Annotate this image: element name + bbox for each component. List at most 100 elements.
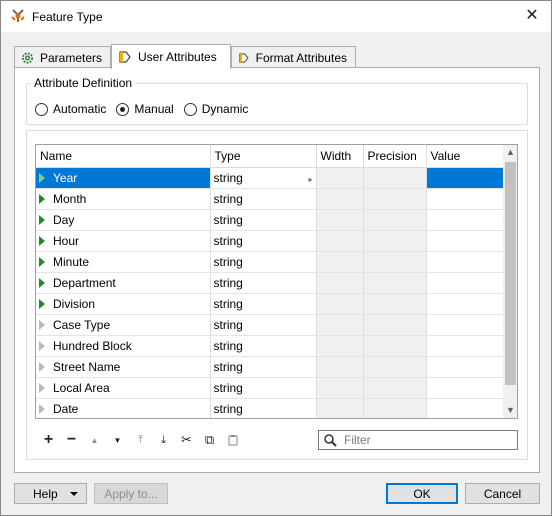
unexposed-arrow-icon[interactable] [39, 404, 45, 415]
ok-button[interactable]: OK [386, 483, 458, 504]
attribute-value-cell[interactable] [426, 377, 504, 399]
apply-to-button[interactable]: Apply to... [94, 483, 168, 504]
exposed-arrow-icon[interactable] [39, 236, 45, 247]
move-to-bottom-button[interactable]: ⤓ [152, 430, 175, 450]
table-row[interactable]: Hour string [36, 230, 504, 252]
attribute-type-cell[interactable]: string [210, 314, 317, 336]
attribute-type-cell[interactable]: string [210, 230, 317, 252]
attribute-value-cell[interactable] [426, 335, 504, 357]
attribute-name-cell[interactable]: Month [36, 188, 211, 210]
table-row[interactable]: Minute string [36, 251, 504, 273]
attribute-name-cell[interactable]: Street Name [36, 356, 211, 378]
radio-circle[interactable] [116, 102, 130, 116]
table-row[interactable]: Day string [36, 209, 504, 231]
radio-automatic[interactable]: Automatic [35, 102, 106, 116]
attribute-value-cell[interactable] [426, 188, 504, 210]
attribute-type: string [213, 338, 243, 353]
exposed-arrow-icon[interactable] [39, 278, 45, 289]
attribute-value-cell[interactable] [426, 251, 504, 273]
attribute-name-cell[interactable]: Date [36, 398, 211, 418]
attribute-type-cell[interactable]: string [210, 293, 317, 315]
copy-button[interactable]: ⧉ [198, 430, 221, 450]
attribute-type-cell[interactable]: string [210, 272, 317, 294]
add-attribute-button[interactable]: + [37, 430, 60, 450]
table-row[interactable]: Year string ▸ [36, 167, 504, 189]
attribute-type-cell[interactable]: string [210, 209, 317, 231]
attribute-value-cell[interactable] [426, 314, 504, 336]
paste-button[interactable] [221, 430, 244, 450]
attribute-name-cell[interactable]: Division [36, 293, 211, 315]
attribute-precision-cell [363, 293, 427, 315]
scroll-down-icon[interactable]: ▼ [503, 403, 517, 418]
column-header-width[interactable]: Width [316, 145, 364, 168]
attribute-value-cell[interactable] [426, 398, 504, 418]
attribute-type-cell[interactable]: string [210, 377, 317, 399]
exposed-arrow-icon[interactable] [39, 194, 45, 205]
help-button[interactable]: Help [14, 483, 87, 504]
attribute-name-cell[interactable]: Local Area [36, 377, 211, 399]
type-dropdown-icon[interactable]: ▸ [308, 175, 312, 184]
filter-field[interactable] [318, 430, 518, 450]
table-row[interactable]: Month string [36, 188, 504, 210]
attribute-name-cell[interactable]: Hour [36, 230, 211, 252]
radio-dynamic[interactable]: Dynamic [183, 102, 248, 116]
column-header-name[interactable]: Name [36, 145, 211, 168]
column-header-precision[interactable]: Precision [363, 145, 427, 168]
attribute-name: Hundred Block [53, 338, 132, 353]
attribute-name-cell[interactable]: Department [36, 272, 211, 294]
attribute-value-cell[interactable] [426, 293, 504, 315]
attribute-value-cell[interactable] [426, 356, 504, 378]
unexposed-arrow-icon[interactable] [39, 383, 45, 394]
table-row[interactable]: Local Area string [36, 377, 504, 399]
exposed-arrow-icon[interactable] [39, 215, 45, 226]
attribute-name-cell[interactable]: Year [36, 167, 211, 189]
move-up-button[interactable]: ▲ [83, 430, 106, 450]
table-row[interactable]: Department string [36, 272, 504, 294]
attribute-value-cell[interactable] [426, 272, 504, 294]
attribute-type-cell[interactable]: string ▸ [210, 167, 317, 189]
attribute-type-cell[interactable]: string [210, 335, 317, 357]
unexposed-arrow-icon[interactable] [39, 320, 45, 331]
column-header-value[interactable]: Value [426, 145, 504, 168]
attribute-name: Local Area [53, 380, 110, 395]
attribute-name-cell[interactable]: Day [36, 209, 211, 231]
table-vertical-scrollbar[interactable]: ▲ ▼ [503, 145, 517, 418]
remove-attribute-button[interactable]: − [60, 430, 83, 450]
radio-circle[interactable] [183, 102, 197, 116]
table-row[interactable]: Case Type string [36, 314, 504, 336]
column-header-type[interactable]: Type [210, 145, 317, 168]
table-row[interactable]: Street Name string [36, 356, 504, 378]
exposed-arrow-icon[interactable] [39, 299, 45, 310]
attribute-value-cell[interactable] [426, 230, 504, 252]
exposed-arrow-icon[interactable] [39, 173, 45, 184]
cancel-button[interactable]: Cancel [465, 483, 540, 504]
attribute-value-cell[interactable] [426, 209, 504, 231]
close-icon[interactable]: ✕ [521, 6, 543, 26]
attribute-type-cell[interactable]: string [210, 356, 317, 378]
move-to-top-button[interactable]: ⤒ [129, 430, 152, 450]
cut-button[interactable]: ✂ [175, 430, 198, 450]
attribute-type-cell[interactable]: string [210, 398, 317, 418]
attribute-value-cell[interactable] [426, 167, 504, 189]
attribute-name-cell[interactable]: Hundred Block [36, 335, 211, 357]
tab-format-attributes[interactable]: Format Attributes [231, 46, 356, 68]
table-row[interactable]: Date string [36, 398, 504, 418]
attribute-type-cell[interactable]: string [210, 188, 317, 210]
attribute-type-cell[interactable]: string [210, 251, 317, 273]
exposed-arrow-icon[interactable] [39, 257, 45, 268]
unexposed-arrow-icon[interactable] [39, 341, 45, 352]
attribute-name-cell[interactable]: Case Type [36, 314, 211, 336]
chevron-down-icon[interactable] [70, 492, 78, 496]
scrollbar-thumb[interactable] [505, 162, 516, 385]
table-row[interactable]: Division string [36, 293, 504, 315]
scroll-up-icon[interactable]: ▲ [503, 145, 517, 160]
move-down-button[interactable]: ▼ [106, 430, 129, 450]
table-row[interactable]: Hundred Block string [36, 335, 504, 357]
attribute-name-cell[interactable]: Minute [36, 251, 211, 273]
tab-user-attributes[interactable]: User Attributes [111, 44, 231, 69]
filter-input[interactable] [342, 432, 512, 448]
tab-parameters[interactable]: Parameters [14, 46, 111, 68]
radio-circle[interactable] [35, 102, 48, 116]
unexposed-arrow-icon[interactable] [39, 362, 45, 373]
radio-manual[interactable]: Manual [116, 102, 174, 116]
